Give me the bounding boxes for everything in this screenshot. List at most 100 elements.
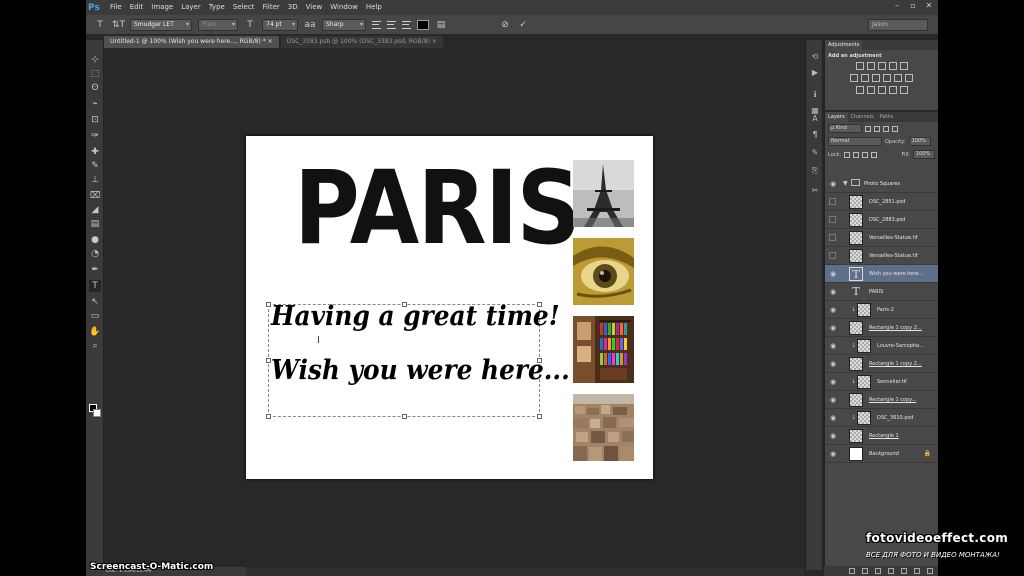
layer-row[interactable]: ◉ ↓ Louvre-Sarcopha... xyxy=(825,337,938,355)
character-icon[interactable]: A xyxy=(810,114,820,124)
fill-input[interactable]: 100% xyxy=(913,150,935,159)
menu-3d[interactable]: 3D xyxy=(284,0,302,15)
lasso-tool-icon[interactable]: ʘ xyxy=(89,82,101,94)
visibility-toggle[interactable] xyxy=(829,198,836,205)
eye-icon[interactable]: ◉ xyxy=(829,180,837,188)
layer-row[interactable]: ◉ ↓ Paris-2 xyxy=(825,301,938,319)
zoom-tool-icon[interactable]: ⌕ xyxy=(89,340,101,352)
add-style-icon[interactable] xyxy=(862,568,868,574)
text-bounding-box[interactable]: Having a great time! Wish you were here.… xyxy=(266,301,570,419)
layer-row[interactable]: ◉ ▼ Photo Squares xyxy=(825,175,938,193)
clone-source-icon[interactable]: ⎘ xyxy=(810,166,820,176)
photo-paris-rooftops[interactable] xyxy=(573,394,634,461)
dodge-tool-icon[interactable]: ◔ xyxy=(89,248,101,260)
menu-layer[interactable]: Layer xyxy=(177,0,205,15)
eye-icon[interactable]: ◉ xyxy=(829,306,837,314)
gradient-tool-icon[interactable]: ▤ xyxy=(89,218,101,230)
tab-adjustments[interactable]: Adjustments xyxy=(825,40,863,50)
lock-image-icon[interactable] xyxy=(853,151,860,158)
lock-pixels-icon[interactable] xyxy=(844,151,851,158)
text-color-swatch[interactable] xyxy=(417,19,429,30)
menu-type[interactable]: Type xyxy=(205,0,229,15)
hand-tool-icon[interactable]: ✋ xyxy=(89,326,101,338)
eye-icon[interactable]: ◉ xyxy=(829,378,837,386)
tab-layers[interactable]: Layers xyxy=(825,112,848,122)
eye-icon[interactable]: ◉ xyxy=(829,396,837,404)
opacity-input[interactable]: 100% xyxy=(908,137,931,146)
cancel-icon[interactable]: ⊘ xyxy=(499,20,511,30)
brightness-icon[interactable] xyxy=(855,62,864,70)
font-family-select[interactable]: Smudger LET xyxy=(130,18,192,31)
eye-icon[interactable]: ◉ xyxy=(829,360,837,368)
delete-layer-icon[interactable] xyxy=(927,568,933,574)
visibility-toggle[interactable] xyxy=(829,216,836,223)
menu-filter[interactable]: Filter xyxy=(258,0,283,15)
selective-color-icon[interactable] xyxy=(899,86,908,94)
exposure-icon[interactable] xyxy=(888,62,897,70)
black-white-icon[interactable] xyxy=(872,74,880,82)
text-line-1[interactable]: Having a great time! xyxy=(271,301,560,332)
eraser-tool-icon[interactable]: ◢ xyxy=(89,204,101,216)
photo-filter-icon[interactable] xyxy=(883,74,891,82)
eye-icon[interactable]: ◉ xyxy=(829,270,837,278)
channel-mixer-icon[interactable] xyxy=(894,74,902,82)
new-layer-icon[interactable] xyxy=(914,568,920,574)
levels-icon[interactable] xyxy=(866,62,875,70)
history-icon[interactable]: ⟲ xyxy=(810,52,820,62)
layer-row[interactable]: ◉ Rectangle 1 copy... xyxy=(825,391,938,409)
font-size-select[interactable]: 74 pt xyxy=(262,18,298,31)
photo-golden-eye[interactable] xyxy=(573,238,634,305)
blend-mode-select[interactable]: Normal xyxy=(828,137,882,146)
menu-help[interactable]: Help xyxy=(362,0,386,15)
path-select-tool-icon[interactable]: ↖ xyxy=(89,296,101,308)
paris-title[interactable]: PARIS xyxy=(294,150,581,268)
anti-alias-select[interactable]: Sharp xyxy=(322,18,366,31)
menu-window[interactable]: Window xyxy=(326,0,362,15)
eye-icon[interactable]: ◉ xyxy=(829,288,837,296)
hue-saturation-icon[interactable] xyxy=(850,74,858,82)
shape-tool-icon[interactable]: ▭ xyxy=(89,310,101,322)
layer-row[interactable]: ◉ T PARIS xyxy=(825,283,938,301)
eyedropper-tool-icon[interactable]: ✑ xyxy=(89,130,101,142)
eye-icon[interactable]: ◉ xyxy=(829,432,837,440)
new-adjustment-icon[interactable] xyxy=(888,568,894,574)
layer-row[interactable]: DSC_2851.psd xyxy=(825,193,938,211)
pen-tool-icon[interactable]: ✒ xyxy=(89,264,101,276)
quick-select-tool-icon[interactable]: ⌁ xyxy=(89,98,101,110)
vibrance-icon[interactable] xyxy=(899,62,908,70)
text-line-2[interactable]: Wish you were here... xyxy=(271,355,570,386)
tab-untitled-1[interactable]: Untitled-1 @ 100% (Wish you were here...… xyxy=(104,36,279,48)
menu-select[interactable]: Select xyxy=(229,0,259,15)
blur-tool-icon[interactable]: ● xyxy=(89,234,101,246)
tool-presets-icon[interactable]: ✂ xyxy=(810,186,820,196)
commit-icon[interactable]: ✓ xyxy=(517,20,529,30)
photo-bookshelf[interactable] xyxy=(573,316,634,383)
eye-icon[interactable]: ◉ xyxy=(829,324,837,332)
layer-row[interactable]: ◉ Rectangle 1 xyxy=(825,427,938,445)
lock-position-icon[interactable] xyxy=(862,151,869,158)
marquee-tool-icon[interactable]: ⬚ xyxy=(89,68,101,80)
eye-icon[interactable]: ◉ xyxy=(829,342,837,350)
layer-row[interactable]: ◉ Rectangle 1 copy 2... xyxy=(825,355,938,373)
font-style-select[interactable]: Plain xyxy=(198,18,238,31)
align-center-icon[interactable] xyxy=(387,20,396,29)
layer-row[interactable]: Versailles-Statue.tif xyxy=(825,229,938,247)
tab-dsc-3383[interactable]: DSC_3383.psb @ 100% (DSC_3383.psd, RGB/8… xyxy=(280,36,443,48)
layer-filter-select[interactable]: ρ Kind xyxy=(828,124,862,133)
document-canvas[interactable]: PARIS Having a great time! Wish you were… xyxy=(246,136,653,479)
transform-handle[interactable] xyxy=(266,414,271,419)
menu-file[interactable]: File xyxy=(106,0,126,15)
filter-pixel-icon[interactable] xyxy=(865,125,871,132)
history-brush-tool-icon[interactable]: ⌧ xyxy=(89,190,101,202)
invert-icon[interactable] xyxy=(855,86,864,94)
layer-row[interactable]: ◉ T Wish you were here... xyxy=(825,265,938,283)
layer-row[interactable]: ◉ ↓ DSC_3610.psd xyxy=(825,409,938,427)
character-panel-icon[interactable]: ▤ xyxy=(435,20,447,30)
move-tool-icon[interactable]: ⊹ xyxy=(89,54,101,66)
gradient-map-icon[interactable] xyxy=(888,86,897,94)
color-lookup-icon[interactable] xyxy=(905,74,913,82)
photo-eiffel-tower[interactable] xyxy=(573,160,634,227)
healing-tool-icon[interactable]: ✚ xyxy=(89,146,101,158)
layer-row[interactable]: ◉ Rectangle 1 copy 2... xyxy=(825,319,938,337)
layer-row[interactable]: DSC_2883.psd xyxy=(825,211,938,229)
